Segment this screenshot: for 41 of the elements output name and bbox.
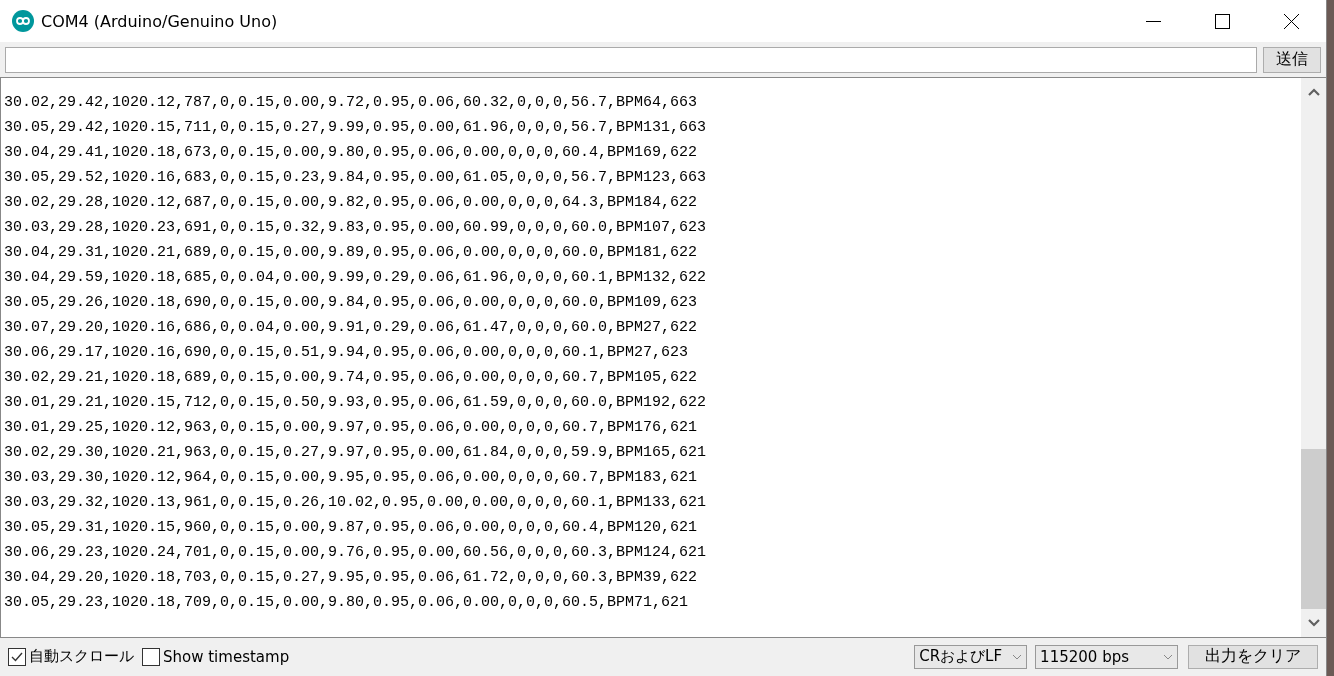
caret-icon bbox=[1012, 653, 1023, 660]
scrollbar[interactable] bbox=[1301, 78, 1326, 637]
output-line: 30.05,29.26,1020.18,690,0,0.15,0.00,9.84,0.95,0.06,0.00,0,0,0,60.0,BPM109,623 bbox=[4, 293, 698, 313]
output-line: 30.04,29.59,1020.18,685,0,0.04,0.00,9.99,0.29,0.06,61.96,0,0,0,60.1,BPM132,622 bbox=[4, 268, 707, 288]
output-line: 30.03,29.30,1020.12,964,0,0.15,0.00,9.95,0.95,0.06,0.00,0,0,0,60.7,BPM183,621 bbox=[4, 468, 698, 488]
scroll-thumb[interactable] bbox=[1301, 449, 1326, 609]
window-title: COM4 (Arduino/Genuino Uno) bbox=[41, 11, 278, 31]
output-line: 30.06,29.23,1020.24,701,0,0.15,0.00,9.76,0.95,0.00,60.56,0,0,0,60.3,BPM124,621 bbox=[4, 543, 707, 563]
output-line: 30.03,29.28,1020.23,691,0,0.15,0.32,9.83,0.95,0.00,60.99,0,0,0,60.0,BPM107,623 bbox=[4, 218, 707, 238]
output-line: 30.03,29.32,1020.13,961,0,0.15,0.26,10.02,0.95,0.00,0.00,0,0,0,60.1,BPM133,621 bbox=[4, 493, 707, 513]
app-logo-icon bbox=[12, 10, 34, 32]
scroll-down-icon[interactable] bbox=[1306, 618, 1321, 628]
maximize-icon[interactable] bbox=[1215, 13, 1230, 29]
output-line: 30.04,29.41,1020.18,673,0,0.15,0.00,9.80,0.95,0.06,0.00,0,0,0,60.4,BPM169,622 bbox=[4, 143, 698, 163]
output-line: 30.06,29.17,1020.16,690,0,0.15,0.51,9.94,0.95,0.06,0.00,0,0,0,60.1,BPM27,623 bbox=[4, 343, 689, 363]
output-line: 30.05,29.31,1020.15,960,0,0.15,0.00,9.87,0.95,0.06,0.00,0,0,0,60.4,BPM120,621 bbox=[4, 518, 698, 538]
scroll-up-icon[interactable] bbox=[1306, 87, 1321, 97]
send-input-field[interactable] bbox=[5, 46, 1257, 73]
output-line: 30.02,29.28,1020.12,687,0,0.15,0.00,9.82,0.95,0.06,0.00,0,0,0,64.3,BPM184,622 bbox=[4, 193, 698, 213]
checkbox[interactable] bbox=[142, 647, 160, 666]
clear-output-button[interactable]: 出力をクリア bbox=[1188, 644, 1318, 669]
output-line: 30.02,29.30,1020.21,963,0,0.15,0.27,9.97,0.95,0.00,61.84,0,0,0,59.9,BPM165,621 bbox=[4, 443, 707, 463]
output-line: 30.02,29.21,1020.18,689,0,0.15,0.00,9.74,0.95,0.06,0.00,0,0,0,60.7,BPM105,622 bbox=[4, 368, 698, 388]
send-button[interactable]: 送信 bbox=[1263, 46, 1321, 73]
line-ending-dropdown[interactable]: CRおよびLF bbox=[914, 644, 1028, 669]
output-line: 30.05,29.23,1020.18,709,0,0.15,0.00,9.80,0.95,0.06,0.00,0,0,0,60.5,BPM71,621 bbox=[4, 593, 689, 613]
output-line: 30.04,29.31,1020.21,689,0,0.15,0.00,9.89,0.95,0.06,0.00,0,0,0,60.0,BPM181,622 bbox=[4, 243, 698, 263]
checkbox-label[interactable]: Show timestamp bbox=[163, 647, 290, 666]
caret-icon bbox=[1163, 653, 1173, 660]
output-line: 30.04,29.20,1020.18,703,0,0.15,0.27,9.95,0.95,0.06,61.72,0,0,0,60.3,BPM39,622 bbox=[4, 568, 698, 588]
close-icon[interactable] bbox=[1284, 13, 1299, 29]
output-line: 30.01,29.25,1020.12,963,0,0.15,0.00,9.97,0.95,0.06,0.00,0,0,0,60.7,BPM176,621 bbox=[4, 418, 698, 438]
output-line: 30.05,29.42,1020.15,711,0,0.15,0.27,9.99,0.95,0.00,61.96,0,0,0,56.7,BPM131,663 bbox=[4, 118, 707, 138]
minimize-icon[interactable] bbox=[1146, 20, 1161, 22]
checkbox-label[interactable]: 自動スクロール bbox=[29, 647, 134, 666]
output-line: 30.07,29.20,1020.16,686,0,0.04,0.00,9.91,0.29,0.06,61.47,0,0,0,60.0,BPM27,622 bbox=[4, 318, 698, 338]
checkbox[interactable] bbox=[8, 647, 26, 666]
baud-rate-dropdown[interactable]: 115200 bps bbox=[1035, 644, 1178, 669]
output-line: 30.05,29.52,1020.16,683,0,0.15,0.23,9.84,0.95,0.00,61.05,0,0,0,56.7,BPM123,663 bbox=[4, 168, 707, 188]
output-line: 30.01,29.21,1020.15,712,0,0.15,0.50,9.93,0.95,0.06,61.59,0,0,0,60.0,BPM192,622 bbox=[4, 393, 707, 413]
output-line: 30.02,29.42,1020.12,787,0,0.15,0.00,9.72,0.95,0.06,60.32,0,0,0,56.7,BPM64,663 bbox=[4, 93, 698, 113]
